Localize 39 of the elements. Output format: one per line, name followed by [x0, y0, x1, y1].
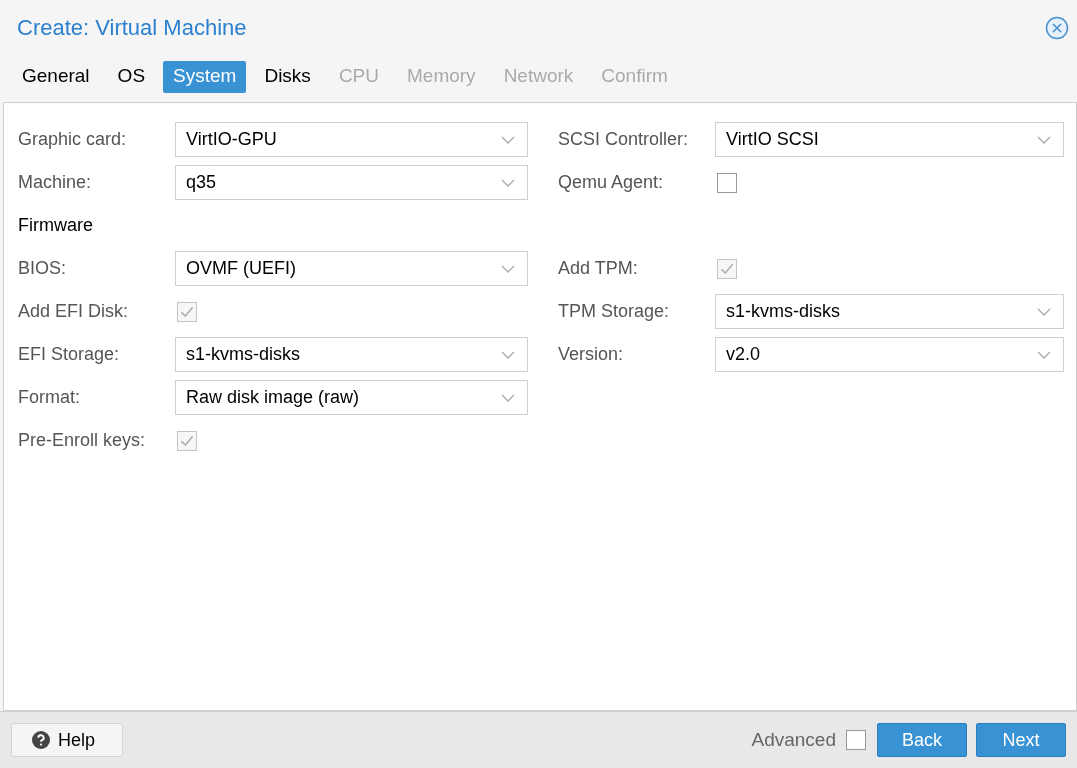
field-label: EFI Storage:: [18, 343, 121, 366]
field-label: Machine:: [18, 171, 93, 194]
dropdown-field[interactable]: v2.0: [715, 337, 1064, 372]
chevron-down-icon: [1037, 307, 1051, 316]
advanced-checkbox[interactable]: [846, 730, 866, 750]
tab[interactable]: OS: [107, 60, 156, 93]
help-button[interactable]: Help: [11, 723, 123, 757]
field-label: Graphic card:: [18, 128, 128, 151]
dropdown-field[interactable]: OVMF (UEFI): [175, 251, 528, 286]
chevron-down-icon: [1037, 135, 1051, 144]
dropdown-field[interactable]: q35: [175, 165, 528, 200]
checkbox[interactable]: [717, 172, 737, 193]
field-label: SCSI Controller:: [558, 128, 690, 151]
field-label: Format:: [18, 386, 81, 409]
close-icon[interactable]: [1045, 15, 1069, 40]
field-label: BIOS:: [18, 257, 67, 280]
tab[interactable]: General: [12, 60, 100, 93]
chevron-down-icon: [501, 350, 515, 359]
chevron-down-icon: [501, 178, 515, 187]
window-title: Create: Virtual Machine: [17, 14, 247, 42]
dropdown-field[interactable]: VirtIO SCSI: [715, 122, 1064, 157]
dropdown-field[interactable]: s1-kvms-disks: [715, 294, 1064, 329]
field-label: Add TPM:: [558, 257, 639, 280]
advanced-label: Advanced: [751, 727, 836, 752]
chevron-down-icon: [501, 135, 515, 144]
field-label: Qemu Agent:: [558, 171, 665, 194]
chevron-down-icon: [1037, 350, 1051, 359]
chevron-down-icon: [501, 393, 515, 402]
field-label: TPM Storage:: [558, 300, 671, 323]
field-label: Add EFI Disk:: [18, 300, 130, 323]
field-label: Version:: [558, 343, 625, 366]
dropdown-field[interactable]: s1-kvms-disks: [175, 337, 528, 372]
help-icon: [32, 731, 50, 749]
chevron-down-icon: [501, 264, 515, 273]
dropdown-field[interactable]: VirtIO-GPU: [175, 122, 528, 157]
tab[interactable]: Disks: [254, 60, 321, 93]
dropdown-field[interactable]: Raw disk image (raw): [175, 380, 528, 415]
field-label: Pre-Enroll keys:: [18, 429, 147, 452]
section-heading: Firmware: [18, 214, 93, 237]
